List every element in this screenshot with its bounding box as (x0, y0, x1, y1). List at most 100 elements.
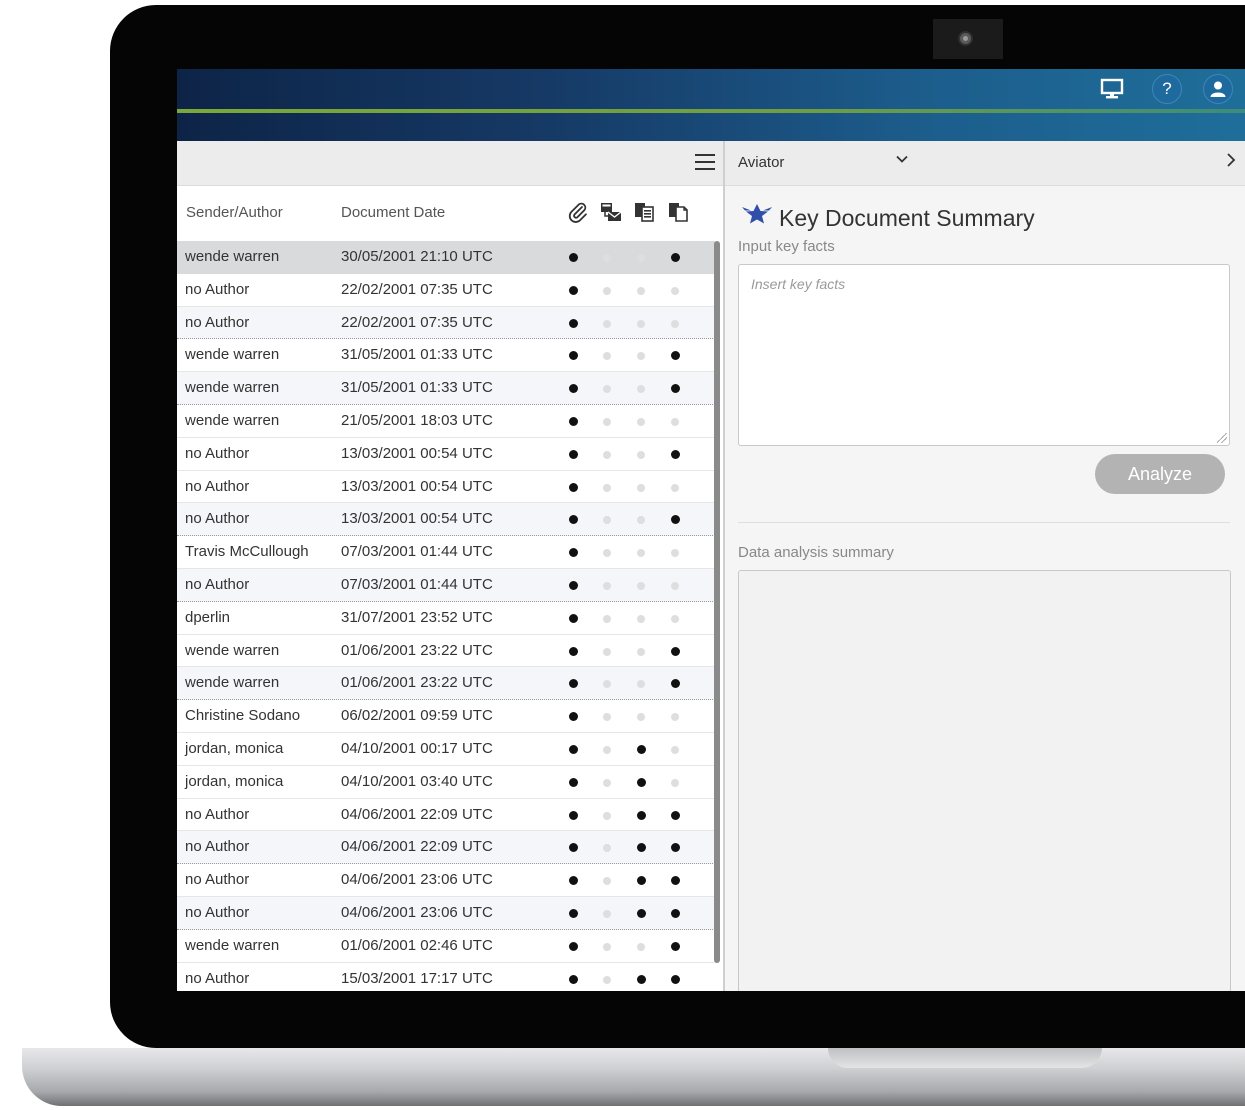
copy-indicator (671, 778, 679, 787)
copy-indicator (671, 581, 679, 590)
email-indicator (603, 713, 611, 722)
copy-indicator (670, 351, 680, 361)
table-row[interactable]: no Author 13/03/2001 00:54 UTC (177, 471, 715, 504)
table-row[interactable]: jordan, monica 04/10/2001 03:40 UTC (177, 766, 715, 799)
laptop-base-notch (828, 1048, 1102, 1068)
attachment-indicator (568, 876, 578, 886)
table-row[interactable]: no Author 13/03/2001 00:54 UTC (177, 503, 715, 537)
cell-document-date: 04/10/2001 03:40 UTC (341, 772, 493, 790)
table-row[interactable]: wende warren 30/05/2001 21:10 UTC (177, 241, 715, 274)
aviator-dropdown[interactable]: Aviator (738, 154, 784, 171)
cell-document-date: 07/03/2001 01:44 UTC (341, 543, 493, 561)
duplicate-indicator (636, 974, 646, 984)
email-indicator (603, 844, 611, 853)
attachment-indicator (568, 285, 578, 295)
cell-sender: no Author (185, 510, 250, 528)
copy-indicator (670, 253, 680, 262)
table-row[interactable]: no Author 04/06/2001 22:09 UTC (177, 799, 715, 832)
table-row[interactable]: wende warren 01/06/2001 02:46 UTC (177, 930, 715, 963)
cell-document-date: 04/06/2001 22:09 UTC (341, 805, 493, 823)
email-indicator (603, 352, 611, 361)
email-indicator (603, 877, 611, 886)
attachment-indicator (568, 712, 578, 722)
attachment-indicator (568, 384, 578, 394)
email-indicator (603, 975, 611, 984)
cell-sender: wende warren (185, 936, 280, 954)
key-facts-input[interactable]: Insert key facts (738, 264, 1230, 446)
summary-toolbar: Aviator (725, 141, 1245, 186)
copy-indicator (670, 876, 680, 886)
column-header-sender[interactable]: Sender/Author (186, 204, 283, 221)
cell-sender: no Author (185, 903, 250, 921)
attachment-indicator (568, 318, 578, 328)
copy-indicator (671, 417, 679, 426)
table-row[interactable]: Christine Sodano 06/02/2001 09:59 UTC (177, 700, 715, 733)
paperclip-icon[interactable] (566, 201, 590, 225)
duplicate-docs-icon[interactable] (633, 201, 657, 225)
copy-docs-icon[interactable] (667, 201, 691, 225)
cell-document-date: 30/05/2001 21:10 UTC (341, 248, 493, 265)
table-row[interactable]: no Author 15/03/2001 17:17 UTC (177, 963, 715, 991)
table-row[interactable]: no Author 04/06/2001 23:06 UTC (177, 896, 715, 930)
cell-document-date: 22/02/2001 07:35 UTC (341, 313, 493, 331)
copy-indicator (670, 908, 680, 918)
cell-document-date: 31/05/2001 01:33 UTC (341, 379, 493, 397)
column-header-document-date[interactable]: Document Date (341, 204, 445, 221)
table-row[interactable]: jordan, monica 04/10/2001 00:17 UTC (177, 733, 715, 766)
attachment-indicator (568, 744, 578, 754)
user-icon[interactable] (1203, 74, 1233, 104)
table-row[interactable]: no Author 22/02/2001 07:35 UTC (177, 274, 715, 307)
cell-document-date: 31/05/2001 01:33 UTC (341, 346, 493, 364)
table-row[interactable]: wende warren 31/05/2001 01:33 UTC (177, 339, 715, 373)
table-row[interactable]: wende warren 21/05/2001 18:03 UTC (177, 405, 715, 438)
table-row[interactable]: wende warren 01/06/2001 23:22 UTC (177, 635, 715, 668)
attachment-indicator (568, 416, 578, 426)
attachment-indicator (568, 974, 578, 984)
table-row[interactable]: no Author 04/06/2001 23:06 UTC (177, 864, 715, 897)
cell-sender: no Author (185, 838, 250, 856)
copy-indicator (671, 319, 679, 328)
duplicate-indicator (637, 254, 645, 262)
chevron-down-icon[interactable] (895, 152, 909, 170)
table-row[interactable]: wende warren 31/05/2001 01:33 UTC (177, 372, 715, 405)
hamburger-menu-icon[interactable] (695, 152, 715, 172)
duplicate-indicator (636, 908, 646, 918)
key-facts-placeholder: Insert key facts (751, 276, 846, 292)
table-row[interactable]: no Author 04/06/2001 22:09 UTC (177, 831, 715, 865)
input-key-facts-label: Input key facts (738, 238, 835, 255)
copy-indicator (670, 449, 680, 459)
summary-panel: Aviator Key Document Summary Input key f… (725, 141, 1245, 991)
cell-document-date: 21/05/2001 18:03 UTC (341, 411, 493, 429)
document-list-scrollbar[interactable] (714, 241, 720, 963)
duplicate-indicator (637, 319, 645, 328)
duplicate-indicator (637, 647, 645, 656)
email-icon[interactable] (599, 201, 623, 225)
cell-sender: no Author (185, 313, 250, 331)
duplicate-indicator (636, 777, 646, 787)
resize-handle-icon[interactable] (1217, 433, 1227, 443)
copy-indicator (670, 384, 680, 394)
cell-sender: wende warren (185, 379, 280, 397)
help-icon[interactable]: ? (1152, 74, 1182, 104)
cell-document-date: 04/06/2001 23:06 UTC (341, 903, 493, 921)
email-indicator (603, 385, 611, 394)
duplicate-indicator (637, 483, 645, 492)
table-row[interactable]: no Author 07/03/2001 01:44 UTC (177, 568, 715, 602)
attachment-indicator (568, 482, 578, 492)
table-row[interactable]: Travis McCullough 07/03/2001 01:44 UTC (177, 536, 715, 569)
cell-sender: jordan, monica (185, 739, 284, 757)
table-row[interactable]: no Author 22/02/2001 07:35 UTC (177, 306, 715, 340)
monitor-icon[interactable] (1097, 74, 1127, 104)
table-row[interactable]: no Author 13/03/2001 00:54 UTC (177, 438, 715, 471)
table-row[interactable]: dperlin 31/07/2001 23:52 UTC (177, 602, 715, 635)
analyze-button[interactable]: Analyze (1095, 454, 1225, 494)
cell-sender: wende warren (185, 248, 280, 265)
table-row[interactable]: wende warren 01/06/2001 23:22 UTC (177, 667, 715, 701)
copy-indicator (671, 483, 679, 492)
email-indicator (603, 680, 611, 689)
copy-indicator (671, 745, 679, 754)
chevron-right-icon[interactable] (1225, 152, 1237, 173)
copy-indicator (671, 614, 679, 623)
webcam-icon (958, 31, 973, 46)
cell-document-date: 31/07/2001 23:52 UTC (341, 608, 493, 626)
